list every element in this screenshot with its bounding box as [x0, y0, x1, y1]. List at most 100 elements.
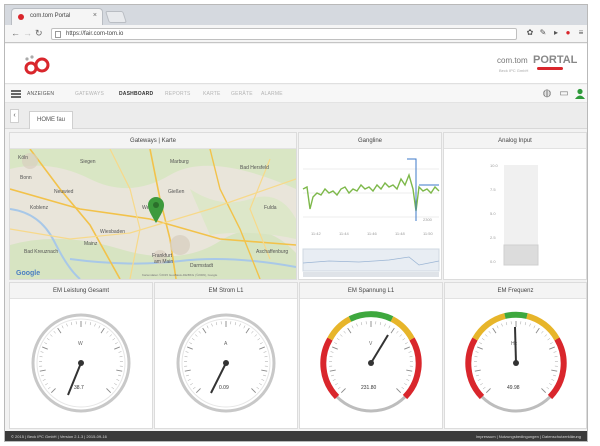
- gauge-frequenz: Hz 49.98: [465, 311, 567, 413]
- gauge-panel-strom: EM Strom L1 A 0.09: [154, 282, 298, 429]
- gauge-panel-leistung: EM Leistung Gesamt W 38.7: [9, 282, 153, 429]
- close-tab-icon[interactable]: ×: [93, 12, 97, 19]
- map-label-neuwied: Neuwied: [54, 189, 74, 195]
- gauge-value-strom: 0.09: [219, 385, 229, 391]
- gauge-title-leistung: EM Leistung Gesamt: [10, 283, 152, 299]
- menu-item-geraete[interactable]: GERÄTE: [231, 91, 253, 97]
- map-label-bonn: Bonn: [20, 175, 32, 181]
- chat-icon[interactable]: ▭: [558, 88, 570, 100]
- com-tom-logo[interactable]: [23, 54, 51, 76]
- gangline-navigator[interactable]: [302, 248, 440, 272]
- gangline-tick-5: 11:50: [423, 231, 433, 236]
- gangline-tick-1: 11:42: [311, 231, 321, 236]
- settings-icon[interactable]: ✿: [525, 28, 535, 38]
- brand-tagline: Beck IPC GmbH: [499, 68, 529, 73]
- gangline-tick-2: 11:44: [339, 231, 349, 236]
- map-label-bad-kreuznach: Bad Kreuznach: [24, 249, 58, 255]
- analog-tick-1: 10.0: [490, 163, 499, 168]
- browser-window: com.tom Portal × ← → ↻ https://fair.com-…: [4, 4, 588, 442]
- gauge-strom: A 0.09: [176, 313, 276, 413]
- map-label-siegen: Siegen: [80, 159, 96, 165]
- map-panel-title: Gateways | Karte: [10, 133, 296, 149]
- new-tab-button[interactable]: [105, 11, 127, 23]
- gateway-map[interactable]: Köln Siegen Marburg Gießen Wetzlar Koble…: [10, 149, 296, 279]
- gauge-panel-spannung: EM Spannung L1 V 231.80: [299, 282, 443, 429]
- gangline-panel: Gangline 2300 11:42 11:44 11:46 11:48 11…: [298, 132, 442, 280]
- favicon-icon: [18, 14, 24, 20]
- gangline-panel-title: Gangline: [299, 133, 441, 149]
- map-label-frankfurt-2: am Main: [154, 259, 173, 265]
- gangline-tick-3: 11:46: [367, 231, 377, 236]
- map-label-mainz: Mainz: [84, 241, 98, 247]
- map-label-koeln: Köln: [18, 155, 28, 161]
- map-label-giessen: Gießen: [168, 189, 185, 195]
- globe-icon[interactable]: ◍: [541, 88, 553, 100]
- address-bar-url: https://fair.com-tom.io: [66, 31, 124, 37]
- browser-tab-title: com.tom Portal: [30, 13, 71, 19]
- gangline-side-value: 2300: [423, 217, 433, 222]
- gauge-title-frequenz: EM Frequenz: [445, 283, 586, 299]
- google-logo: Google: [16, 270, 40, 277]
- footer-copyright: © 2015 | Beck IPC GmbH | Version 2.1.3 |…: [11, 434, 107, 439]
- gauge-spannung: V 231.80: [320, 311, 422, 413]
- map-attribution: Kartendaten ©2015 GeoBasis-DE/BKG (©2009…: [142, 273, 218, 277]
- menu-icon[interactable]: ≡: [576, 28, 586, 38]
- analog-bar-fill: [503, 244, 539, 266]
- address-bar[interactable]: https://fair.com-tom.io: [51, 28, 517, 40]
- map-label-fulda: Fulda: [264, 205, 277, 211]
- app-header: com.tom PORTAL Beck IPC GmbH: [5, 44, 587, 84]
- browser-tab[interactable]: com.tom Portal ×: [11, 8, 103, 25]
- analog-tick-4: 2.5: [490, 235, 496, 240]
- menu-item-reports[interactable]: REPORTS: [165, 91, 190, 97]
- map-label-wiesbaden: Wiesbaden: [100, 229, 125, 235]
- browser-tab-bar: com.tom Portal ×: [5, 5, 587, 25]
- menu-item-alarme[interactable]: ALARME: [261, 91, 283, 97]
- dashboard-tab-strip: ‹ HOME fau: [5, 103, 587, 129]
- footer-links[interactable]: Impressum | Nutzungsbedingungen | Datens…: [476, 434, 581, 439]
- gauge-value-spannung: 231.80: [361, 385, 377, 391]
- bookmark-icon[interactable]: ▸: [551, 28, 561, 38]
- gauge-title-spannung: EM Spannung L1: [300, 283, 442, 299]
- forward-arrow-icon[interactable]: →: [23, 28, 32, 38]
- menu-item-gateways[interactable]: GATEWAYS: [75, 91, 104, 97]
- map-label-bad-hersfeld: Bad Hersfeld: [240, 165, 269, 171]
- gangline-chart[interactable]: 2300 11:42 11:44 11:46 11:48 11:50: [299, 149, 441, 279]
- gauge-title-strom: EM Strom L1: [155, 283, 297, 299]
- brand-prefix: com.tom: [497, 56, 528, 65]
- map-label-darmstadt: Darmstadt: [190, 263, 214, 269]
- back-arrow-icon[interactable]: ←: [11, 28, 20, 38]
- hamburger-icon[interactable]: [11, 90, 21, 98]
- reload-icon[interactable]: ↻: [35, 28, 43, 38]
- brand-name: PORTAL: [533, 54, 578, 66]
- map-panel: Gateways | Karte Köln Siegen Marburg Gie…: [9, 132, 297, 280]
- user-icon[interactable]: [574, 88, 586, 100]
- pen-icon[interactable]: ✎: [538, 28, 548, 38]
- gauge-unit-leistung: W: [78, 341, 83, 347]
- menu-item-dashboard[interactable]: DASHBOARD: [119, 91, 153, 97]
- main-menu: ANZEIGEN GATEWAYS DASHBOARD REPORTS KART…: [5, 85, 587, 103]
- tab-home[interactable]: HOME fau: [29, 111, 73, 129]
- stop-icon[interactable]: ●: [563, 28, 573, 38]
- analog-tick-5: 0.0: [490, 259, 496, 264]
- page-footer: © 2015 | Beck IPC GmbH | Version 2.1.3 |…: [5, 431, 587, 441]
- menu-item-karte[interactable]: KARTE: [203, 91, 221, 97]
- map-label-aschaffenburg: Aschaffenburg: [256, 249, 288, 255]
- portal-brand: com.tom PORTAL Beck IPC GmbH: [493, 54, 583, 76]
- map-label-marburg: Marburg: [170, 159, 189, 165]
- collapse-button[interactable]: ‹: [10, 109, 19, 123]
- page-icon: [55, 31, 61, 38]
- menu-item-anzeigen[interactable]: ANZEIGEN: [27, 91, 54, 97]
- analog-tick-3: 5.0: [490, 211, 496, 216]
- gauge-value-frequenz: 49.98: [507, 385, 520, 391]
- gauge-leistung: W 38.7: [31, 313, 131, 413]
- brand-swoosh: [537, 67, 563, 70]
- analog-panel-title: Analog Input: [444, 133, 586, 149]
- analog-panel: Analog Input 10.0 7.5 5.0 2.5 0.0: [443, 132, 587, 280]
- gauge-unit-frequenz: Hz: [511, 341, 518, 347]
- gauge-panel-frequenz: EM Frequenz Hz 49.98: [444, 282, 587, 429]
- gangline-scrollbar[interactable]: [303, 272, 439, 277]
- analog-bar-chart[interactable]: 10.0 7.5 5.0 2.5 0.0: [444, 149, 586, 279]
- analog-tick-2: 7.5: [490, 187, 496, 192]
- gauge-value-leistung: 38.7: [74, 385, 84, 391]
- map-label-koblenz: Koblenz: [30, 205, 49, 211]
